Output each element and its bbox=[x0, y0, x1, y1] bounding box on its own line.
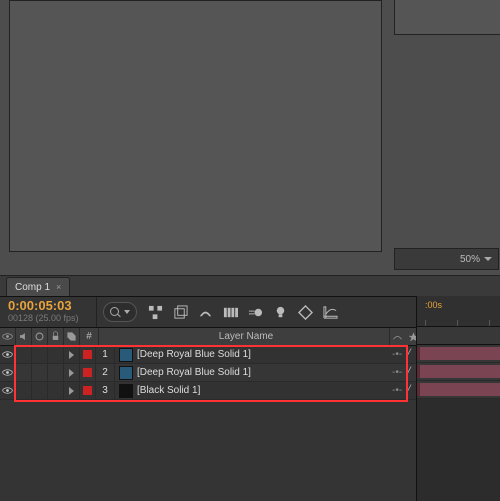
twirl-toggle[interactable] bbox=[64, 382, 80, 399]
audio-toggle[interactable] bbox=[16, 382, 32, 399]
motion-blur-icon[interactable] bbox=[247, 304, 263, 320]
frame-info: 00128 (25.00 fps) bbox=[8, 312, 90, 325]
time-marker-label: :00s bbox=[425, 300, 442, 310]
col-label[interactable] bbox=[64, 328, 80, 345]
audio-toggle[interactable] bbox=[16, 346, 32, 363]
layer-number: 1 bbox=[96, 346, 115, 363]
timeline-toolbar bbox=[147, 304, 338, 320]
label-color[interactable] bbox=[80, 346, 96, 363]
zoom-control[interactable]: 50% bbox=[394, 248, 499, 270]
layer-search[interactable] bbox=[103, 302, 137, 322]
chevron-down-icon bbox=[484, 257, 492, 261]
layer-number: 3 bbox=[96, 382, 115, 399]
layer-name[interactable]: [Deep Royal Blue Solid 1] bbox=[137, 367, 390, 378]
switch-shy[interactable]: -•- bbox=[392, 367, 402, 378]
col-number[interactable]: # bbox=[80, 328, 99, 345]
solo-toggle[interactable] bbox=[32, 364, 48, 381]
time-ruler[interactable]: :00s bbox=[417, 296, 500, 327]
close-icon[interactable]: × bbox=[56, 282, 61, 292]
divider bbox=[96, 297, 97, 327]
auto-keyframe-icon[interactable] bbox=[297, 304, 313, 320]
viewer-area: 50% bbox=[0, 0, 500, 272]
visibility-toggle[interactable] bbox=[0, 364, 16, 381]
switch-collapse[interactable]: / bbox=[406, 349, 412, 360]
graph-editor-icon[interactable] bbox=[322, 304, 338, 320]
draft3d-icon[interactable] bbox=[172, 304, 188, 320]
col-video[interactable] bbox=[0, 328, 16, 345]
layer-duration-bar[interactable] bbox=[417, 381, 500, 399]
switch-shy[interactable]: -•- bbox=[392, 349, 402, 360]
layer-name[interactable]: [Deep Royal Blue Solid 1] bbox=[137, 349, 390, 360]
layer-color-swatch bbox=[119, 366, 133, 380]
switch-collapse[interactable]: / bbox=[406, 385, 412, 396]
label-color[interactable] bbox=[80, 382, 96, 399]
frame-blend-icon[interactable] bbox=[222, 304, 238, 320]
chevron-right-icon bbox=[69, 351, 74, 359]
layer-color-swatch bbox=[119, 384, 133, 398]
timeline-panel: Comp 1 × 0:00:05:03 00128 (25.00 fps) bbox=[0, 275, 500, 501]
audio-toggle[interactable] bbox=[16, 364, 32, 381]
label-color[interactable] bbox=[80, 364, 96, 381]
switch-collapse[interactable]: / bbox=[406, 367, 412, 378]
layer-color-swatch bbox=[119, 348, 133, 362]
viewer-side-panel bbox=[394, 0, 500, 35]
search-icon bbox=[110, 307, 120, 317]
twirl-toggle[interactable] bbox=[64, 364, 80, 381]
visibility-toggle[interactable] bbox=[0, 382, 16, 399]
layer-name[interactable]: [Black Solid 1] bbox=[137, 385, 390, 396]
col-audio[interactable] bbox=[16, 328, 32, 345]
col-solo[interactable] bbox=[32, 328, 48, 345]
col-lock[interactable] bbox=[48, 328, 64, 345]
tab-comp[interactable]: Comp 1 × bbox=[6, 277, 70, 296]
twirl-toggle[interactable] bbox=[64, 346, 80, 363]
layer-duration-bar[interactable] bbox=[417, 363, 500, 381]
lock-toggle[interactable] bbox=[48, 364, 64, 381]
time-ruler-sub bbox=[417, 327, 500, 345]
visibility-toggle[interactable] bbox=[0, 346, 16, 363]
switch-shy-icon bbox=[392, 331, 403, 342]
lock-toggle[interactable] bbox=[48, 346, 64, 363]
chevron-right-icon bbox=[69, 369, 74, 377]
col-layer-name[interactable]: Layer Name bbox=[99, 328, 390, 345]
timeline-track-area[interactable]: :00s bbox=[416, 296, 500, 501]
chevron-right-icon bbox=[69, 387, 74, 395]
solo-toggle[interactable] bbox=[32, 382, 48, 399]
solo-toggle[interactable] bbox=[32, 346, 48, 363]
tab-label: Comp 1 bbox=[15, 282, 50, 293]
panel-tab-bar: Comp 1 × bbox=[0, 276, 500, 297]
switch-shy[interactable]: -•- bbox=[392, 385, 402, 396]
chevron-down-icon bbox=[124, 310, 130, 314]
lock-toggle[interactable] bbox=[48, 382, 64, 399]
shy-icon[interactable] bbox=[197, 304, 213, 320]
composition-view[interactable] bbox=[9, 0, 382, 252]
comp-flowchart-icon[interactable] bbox=[147, 304, 163, 320]
current-timecode: 0:00:05:03 bbox=[8, 299, 90, 312]
brainstorm-icon[interactable] bbox=[272, 304, 288, 320]
zoom-value: 50% bbox=[460, 254, 480, 265]
time-readout[interactable]: 0:00:05:03 00128 (25.00 fps) bbox=[0, 299, 90, 325]
layer-number: 2 bbox=[96, 364, 115, 381]
layer-duration-bar[interactable] bbox=[417, 345, 500, 363]
